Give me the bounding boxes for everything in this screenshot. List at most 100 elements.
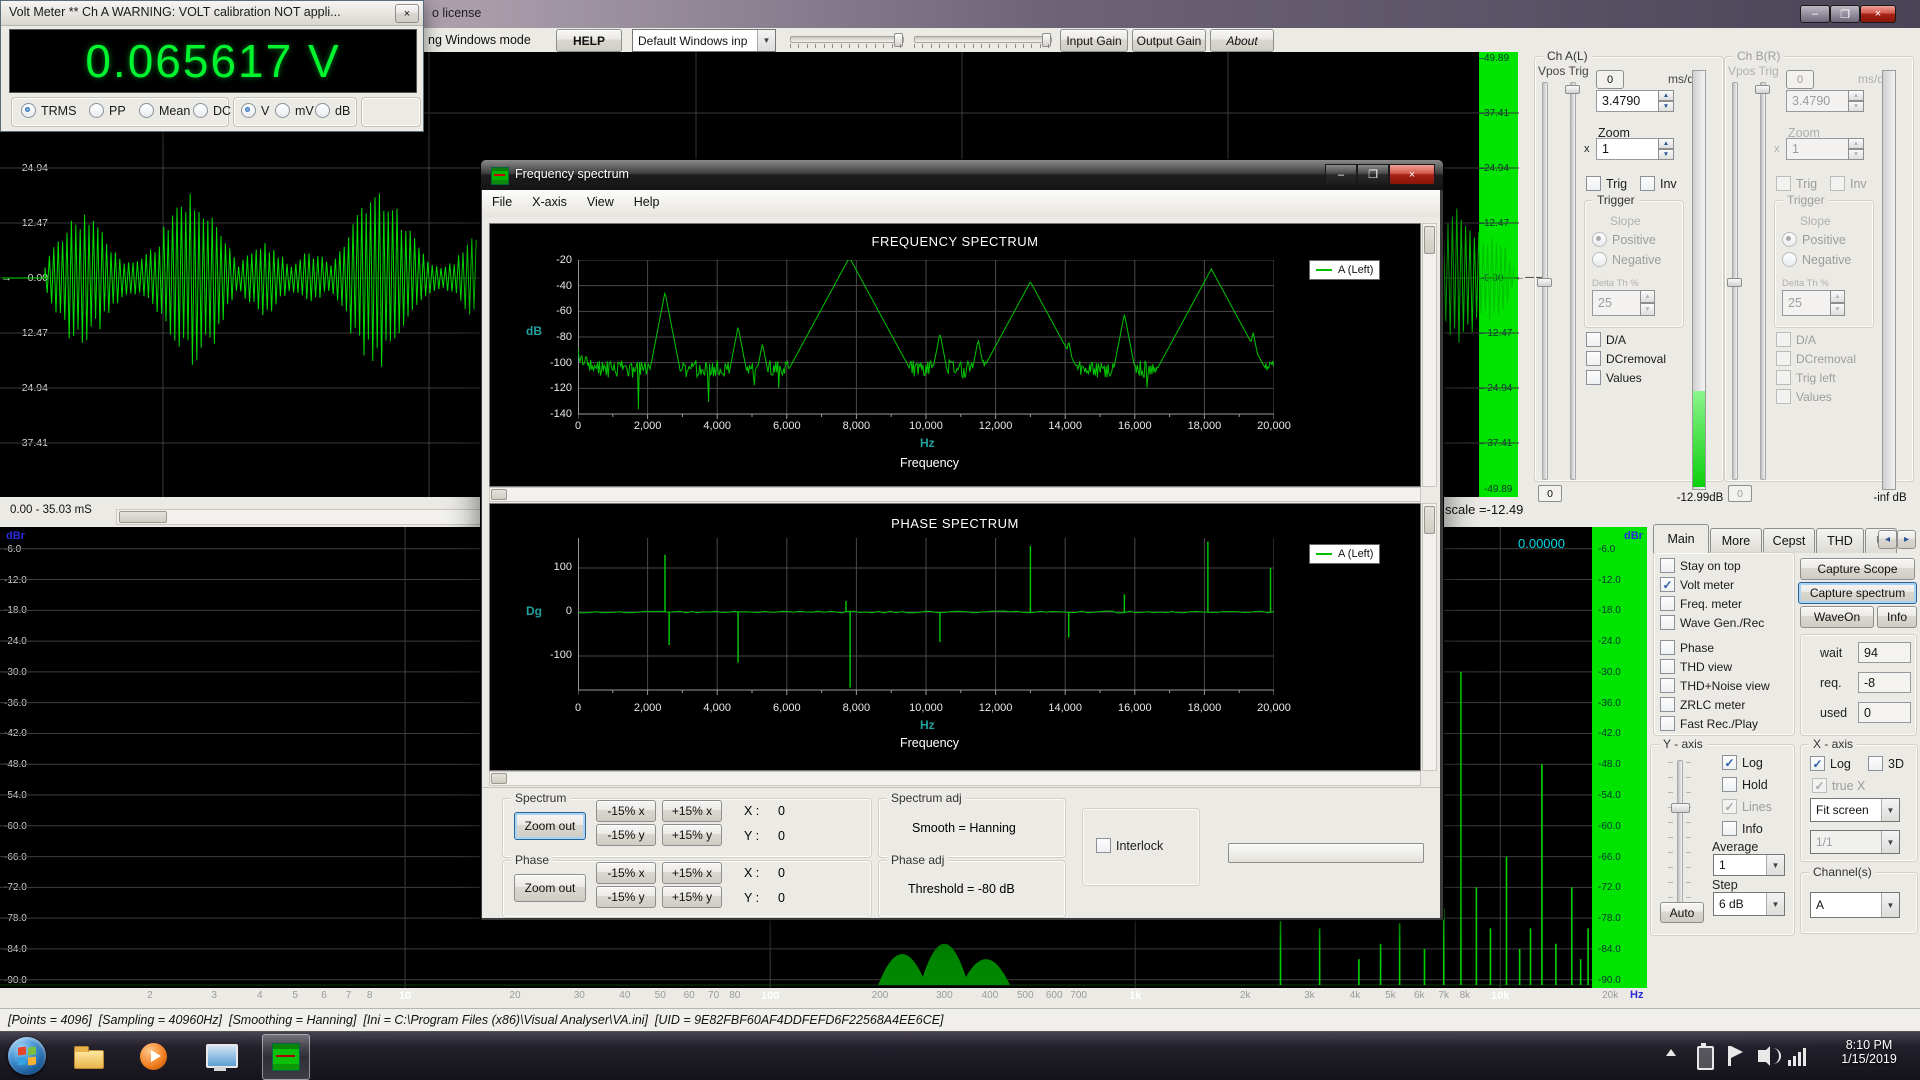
chb-ms-spinner[interactable]: ▲▼	[1848, 90, 1864, 112]
start-button[interactable]	[8, 1037, 46, 1075]
gain-slider-1[interactable]	[790, 36, 904, 43]
taskbar-item-display[interactable]	[198, 1036, 242, 1077]
scope-hscrollbar-thumb[interactable]	[119, 511, 167, 523]
chb-check-dcremoval[interactable]: DCremoval	[1776, 351, 1856, 366]
tab-main[interactable]: Main	[1653, 524, 1709, 553]
phase-hscrollbar-thumb[interactable]	[491, 773, 507, 784]
volt-meter-window[interactable]: Volt Meter ** Ch A WARNING: VOLT calibra…	[0, 0, 424, 132]
main-minimize-button[interactable]: –	[1800, 5, 1830, 23]
unit-mode-v[interactable]: V	[241, 103, 269, 118]
cha-check-values[interactable]: Values	[1586, 370, 1642, 385]
freq-hscrollbar-thumb[interactable]	[491, 489, 507, 500]
freq-vscrollbar[interactable]	[1422, 223, 1437, 487]
slider-thumb[interactable]	[1727, 278, 1742, 287]
spectrum-window-titlebar[interactable]: Frequency spectrum – ❐ ×	[481, 160, 1443, 190]
measure-mode-trms[interactable]: TRMS	[21, 103, 76, 118]
taskbar-item-visual-analyser[interactable]	[262, 1034, 310, 1080]
info-button[interactable]: Info	[1877, 606, 1917, 628]
cha-trig-checkbox[interactable]: Trig	[1586, 176, 1627, 191]
cha-delta-spinner[interactable]: ▲▼	[1640, 290, 1655, 316]
main-check-volt-meter[interactable]: ✓Volt meter	[1660, 577, 1734, 592]
input-device-dropdown[interactable]: Default Windows inp ▼	[632, 29, 776, 52]
unit-mode-db[interactable]: dB	[315, 103, 350, 118]
main-check-fast-rec-play[interactable]: Fast Rec./Play	[1660, 716, 1758, 731]
network-icon[interactable]	[1788, 1046, 1810, 1066]
taskbar-clock[interactable]: 8:10 PM 1/15/2019	[1826, 1038, 1912, 1076]
x-axis-3d-checkbox[interactable]: 3D	[1868, 756, 1904, 771]
cha-zoom-input[interactable]: 1	[1596, 138, 1663, 160]
main-check-freq-meter[interactable]: Freq. meter	[1660, 596, 1742, 611]
volt-meter-close-button[interactable]: ×	[395, 4, 419, 23]
cha-ms-input[interactable]: 3.4790	[1596, 90, 1663, 112]
cha-slope-positive[interactable]: Positive	[1592, 232, 1656, 247]
capture-spectrum-button[interactable]: Capture spectrum	[1798, 582, 1917, 604]
input-gain-button[interactable]: Input Gain	[1060, 29, 1128, 52]
auto-button[interactable]: Auto	[1660, 902, 1704, 923]
measure-mode-dc[interactable]: DC	[193, 103, 231, 118]
phase-step-button-0[interactable]: -15% x	[596, 862, 656, 884]
chb-trig-slider[interactable]	[1760, 82, 1766, 480]
taskbar-item-media-player[interactable]	[132, 1036, 176, 1077]
chb-delta-input[interactable]: 25	[1782, 290, 1835, 316]
battery-icon[interactable]	[1697, 1046, 1714, 1070]
action-center-flag-icon[interactable]	[1728, 1046, 1731, 1066]
tab-cepst[interactable]: Cepst	[1763, 528, 1815, 553]
main-check-phase[interactable]: Phase	[1660, 640, 1714, 655]
main-close-button[interactable]: ×	[1860, 5, 1896, 23]
phase-vscrollbar-thumb[interactable]	[1424, 506, 1435, 534]
tab-scroll-left[interactable]: ◂	[1878, 530, 1897, 549]
gain-slider-2[interactable]	[914, 36, 1052, 43]
phase-vscrollbar[interactable]	[1422, 503, 1437, 771]
x-axis-log-checkbox[interactable]: ✓Log	[1810, 756, 1851, 771]
slider-thumb[interactable]	[1755, 85, 1770, 94]
menu-item-help[interactable]: Help	[624, 190, 670, 214]
main-check-wave-gen-rec[interactable]: Wave Gen./Rec	[1660, 615, 1764, 630]
chb-check-values[interactable]: Values	[1776, 389, 1832, 404]
phase-hscrollbar[interactable]	[489, 771, 1421, 786]
cha-inv-checkbox[interactable]: Inv	[1640, 176, 1677, 191]
phase-step-button-1[interactable]: +15% x	[662, 862, 722, 884]
chb-inv-checkbox[interactable]: Inv	[1830, 176, 1867, 191]
cha-ms-spinner[interactable]: ▲▼	[1658, 90, 1674, 112]
help-button[interactable]: HELP	[556, 29, 622, 52]
about-button[interactable]: About	[1210, 29, 1274, 52]
wave-on-button[interactable]: WaveOn	[1800, 606, 1874, 628]
fit-screen-dropdown[interactable]: Fit screen▼	[1810, 798, 1900, 822]
chb-zoom-spinner[interactable]: ▲▼	[1848, 138, 1864, 160]
freq-vscrollbar-thumb[interactable]	[1424, 226, 1435, 254]
spectrum-maximize-button[interactable]: ❐	[1357, 164, 1389, 185]
spectrum-step-button-0[interactable]: -15% x	[596, 800, 656, 822]
ratio-dropdown[interactable]: 1/1▼	[1810, 830, 1900, 854]
main-check-stay-on-top[interactable]: Stay on top	[1660, 558, 1741, 573]
step-dropdown[interactable]: 6 dB▼	[1713, 892, 1785, 916]
menu-item-x-axis[interactable]: X-axis	[522, 190, 577, 214]
cha-zoom-spinner[interactable]: ▲▼	[1658, 138, 1674, 160]
freq-hscrollbar[interactable]	[489, 487, 1421, 502]
unit-mode-mv[interactable]: mV	[275, 103, 314, 118]
true-x-checkbox[interactable]: ✓true X	[1812, 778, 1865, 793]
y-axis-lines-checkbox[interactable]: ✓Lines	[1722, 799, 1772, 814]
chb-check-d-a[interactable]: D/A	[1776, 332, 1816, 347]
output-gain-button[interactable]: Output Gain	[1132, 29, 1206, 52]
interlock-checkbox[interactable]: Interlock	[1096, 838, 1163, 853]
average-dropdown[interactable]: 1▼	[1713, 854, 1785, 876]
y-axis-info-checkbox[interactable]: Info	[1722, 821, 1763, 836]
speaker-icon[interactable]	[1758, 1050, 1766, 1062]
slider-thumb[interactable]	[1565, 85, 1580, 94]
tab-more[interactable]: More	[1710, 528, 1762, 553]
frequency-spectrum-window[interactable]: Frequency spectrum – ❐ × FileX-axisViewH…	[480, 159, 1444, 921]
y-axis-slider-thumb[interactable]	[1671, 803, 1690, 813]
chb-delta-spinner[interactable]: ▲▼	[1830, 290, 1845, 316]
y-axis-slider[interactable]	[1677, 760, 1683, 904]
channel-dropdown[interactable]: A▼	[1810, 892, 1900, 918]
tray-expand-icon[interactable]	[1666, 1049, 1676, 1056]
slider-thumb[interactable]	[1537, 278, 1552, 287]
cha-slope-negative[interactable]: Negative	[1592, 252, 1661, 267]
spectrum-step-button-2[interactable]: -15% y	[596, 824, 656, 846]
chb-check-trig-left[interactable]: Trig left	[1776, 370, 1836, 385]
chb-zoom-input[interactable]: 1	[1786, 138, 1853, 160]
chb-trig-checkbox[interactable]: Trig	[1776, 176, 1817, 191]
phase-step-button-2[interactable]: -15% y	[596, 886, 656, 908]
cha-check-d-a[interactable]: D/A	[1586, 332, 1626, 347]
chb-slope-negative[interactable]: Negative	[1782, 252, 1851, 267]
